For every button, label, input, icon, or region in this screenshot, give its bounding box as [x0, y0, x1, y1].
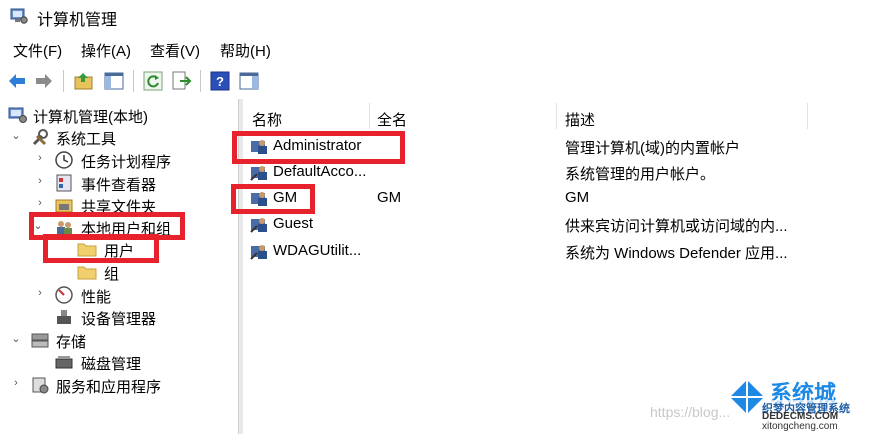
expand-chevron-icon[interactable]: › [34, 152, 46, 164]
expand-chevron-icon[interactable]: ⌄ [10, 332, 22, 345]
tree-item-disk-management[interactable]: 磁盘管理 [0, 351, 238, 373]
column-divider[interactable] [807, 103, 808, 129]
show-action-pane-icon[interactable] [238, 70, 260, 92]
blog-watermark: https://blog... [650, 404, 731, 420]
user-description-cell: GM [565, 189, 590, 206]
up-folder-icon[interactable] [73, 70, 95, 92]
table-row[interactable]: GM GM GM [243, 185, 869, 211]
forward-icon[interactable] [33, 70, 55, 92]
title-bar: 计算机管理 [0, 0, 869, 34]
user-name-cell: DefaultAcco... [273, 163, 367, 180]
back-icon[interactable] [6, 70, 28, 92]
clock-icon [55, 151, 73, 169]
user-icon [250, 218, 267, 233]
tree-item-label: 系统工具 [56, 131, 117, 148]
table-row[interactable]: WDAGUtilit... 系统为 Windows Defender 应用... [243, 238, 869, 264]
show-hide-tree-icon[interactable] [103, 70, 125, 92]
navigation-tree: 计算机管理(本地) ⌄ 系统工具 › 任务计划程序 › 事件查看器 › 共享文件… [0, 99, 238, 434]
user-icon [250, 245, 267, 260]
expand-chevron-icon[interactable]: ⌄ [10, 129, 22, 142]
device-manager-icon [57, 310, 71, 324]
highlight-box [231, 184, 315, 214]
expand-chevron-icon[interactable]: › [34, 197, 46, 209]
column-header-fullname[interactable]: 全名 [377, 109, 407, 130]
windows-logo-icon [730, 380, 764, 414]
tools-icon [32, 129, 48, 146]
toolbar-separator [133, 70, 134, 92]
folder-icon [77, 266, 97, 280]
expand-chevron-icon[interactable]: › [34, 287, 46, 299]
toolbar-separator [63, 70, 64, 92]
disk-icon [55, 356, 73, 369]
computer-management-icon [10, 8, 28, 24]
expand-chevron-icon[interactable]: › [34, 175, 46, 187]
site-logo: 系统城 织梦内容管理系统 DEDECMS.COM xitongcheng.com [728, 376, 869, 434]
toolbar-separator [200, 70, 201, 92]
column-divider[interactable] [369, 103, 370, 129]
expand-chevron-icon[interactable]: › [10, 377, 22, 389]
column-divider[interactable] [556, 103, 557, 129]
logo-url: xitongcheng.com [762, 421, 838, 432]
tree-item-label: 计算机管理(本地) [33, 109, 148, 126]
user-icon [250, 166, 267, 181]
window-title: 计算机管理 [37, 12, 118, 29]
tree-item-event-viewer[interactable]: › 事件查看器 [0, 172, 238, 194]
tree-item-label: 性能 [81, 289, 112, 306]
performance-icon [55, 286, 73, 304]
export-list-icon[interactable] [170, 70, 192, 92]
event-viewer-icon [56, 174, 72, 192]
help-icon[interactable]: ? [209, 70, 231, 92]
column-header-description[interactable]: 描述 [565, 109, 595, 130]
user-description-cell: 系统为 Windows Defender 应用... [565, 245, 788, 262]
user-name-cell: Guest [273, 215, 314, 232]
tree-item-label: 任务计划程序 [81, 154, 172, 171]
tree-item-label: 设备管理器 [81, 311, 157, 328]
tree-item-device-manager[interactable]: 设备管理器 [0, 306, 238, 328]
menu-view[interactable]: 查看(V) [150, 40, 200, 61]
user-name-cell: WDAGUtilit... [273, 242, 362, 259]
user-description-cell: 系统管理的用户帐户。 [565, 166, 716, 183]
menu-action[interactable]: 操作(A) [81, 40, 131, 61]
tree-item-groups[interactable]: 组 [0, 261, 238, 283]
computer-management-icon [8, 107, 27, 123]
tree-item-label: 磁盘管理 [81, 356, 142, 373]
user-fullname-cell: GM [377, 189, 402, 206]
table-row[interactable]: Guest 供来宾访问计算机或访问域的内... [243, 211, 869, 237]
menu-file[interactable]: 文件(F) [13, 40, 62, 61]
tree-item-system-tools[interactable]: ⌄ 系统工具 [0, 126, 238, 148]
tree-item-services-apps[interactable]: › 服务和应用程序 [0, 374, 238, 396]
tree-item-task-scheduler[interactable]: › 任务计划程序 [0, 149, 238, 171]
user-description-cell: 供来宾访问计算机或访问域的内... [565, 218, 788, 235]
storage-icon [31, 333, 49, 348]
refresh-icon[interactable] [142, 70, 164, 92]
svg-text:?: ? [216, 74, 224, 89]
highlight-box [232, 131, 405, 164]
tree-item-label: 存储 [56, 334, 87, 351]
menu-help[interactable]: 帮助(H) [220, 40, 271, 61]
menu-bar: 文件(F) 操作(A) 查看(V) 帮助(H) [0, 36, 869, 62]
tree-item-label: 组 [104, 266, 120, 283]
toolbar: ? [0, 64, 869, 98]
services-icon [32, 377, 49, 394]
tree-item-label: 事件查看器 [81, 177, 157, 194]
tree-item-label: 服务和应用程序 [56, 379, 162, 396]
highlight-box [43, 234, 159, 263]
user-description-cell: 管理计算机(域)的内置帐户 [565, 140, 740, 157]
tree-item-storage[interactable]: ⌄ 存储 [0, 329, 238, 351]
tree-item-performance[interactable]: › 性能 [0, 284, 238, 306]
column-header-name[interactable]: 名称 [252, 109, 282, 130]
tree-item-computer-management[interactable]: 计算机管理(本地) [0, 104, 238, 126]
